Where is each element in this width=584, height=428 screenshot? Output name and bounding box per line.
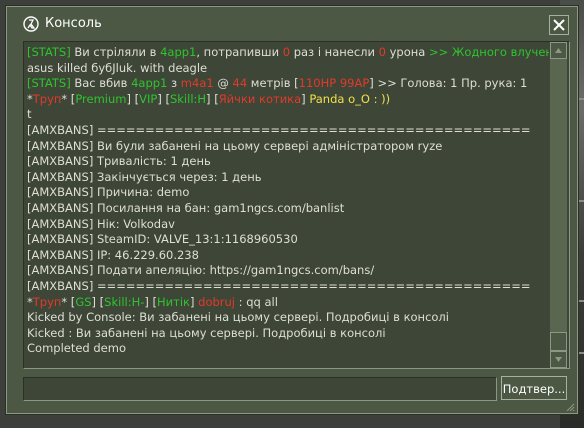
console-segment: GS xyxy=(75,294,92,309)
console-segment: Нитік xyxy=(157,294,190,309)
console-line: [AMXBANS] Причина: demo xyxy=(27,185,549,201)
console-line: [AMXBANS] ==============================… xyxy=(27,279,549,295)
console-segment: 4app1 xyxy=(131,76,168,91)
console-segment: [AMXBANS] SteamID: VALVE_13:1:1168960530 xyxy=(27,232,298,247)
console-segment: asus killed бyбJluk. with deagle xyxy=(27,60,208,75)
console-line: [AMXBANS] IP: 46.229.60.238 xyxy=(27,248,549,264)
console-segment: Kicked by Console: Ви забанені на цьому … xyxy=(27,310,449,325)
console-segment: , потрапивши xyxy=(196,45,283,59)
command-input[interactable] xyxy=(23,377,497,401)
console-segment: [AMXBANS] IP: 46.229.60.238 xyxy=(27,247,199,262)
console-segment: 4app1 xyxy=(160,45,197,59)
console-segment: метрів [ xyxy=(247,76,299,91)
console-segment: Труп xyxy=(32,294,62,309)
console-segment: m4a1 xyxy=(180,76,214,91)
console-segment: Panda o_O : )) xyxy=(309,91,391,106)
console-segment: ] [ xyxy=(126,91,140,106)
console-line: asus killed бyбJluk. with deagle xyxy=(27,61,549,77)
console-line: [AMXBANS] Посилання на бан: gam1ngcs.com… xyxy=(27,201,549,217)
console-segment: [STATS] xyxy=(27,45,71,59)
submit-button[interactable]: Подтвер... xyxy=(501,376,567,400)
console-segment: Вас вбив xyxy=(70,76,132,91)
console-segment: Skill:H xyxy=(169,91,207,106)
console-line: [AMXBANS] Нік: Volkodav xyxy=(27,217,549,233)
console-segment: [AMXBANS] Нік: Volkodav xyxy=(27,216,175,231)
console-segment: Premium xyxy=(75,91,127,106)
console-segment: ] [ xyxy=(91,294,105,309)
scroll-thumb[interactable] xyxy=(550,332,567,351)
console-segment: 0 xyxy=(378,45,386,59)
console-text: [STATS] Ви стріляли в 4app1, потрапивши … xyxy=(27,45,549,357)
console-segment: 44 xyxy=(232,76,248,91)
console-segment: VIP xyxy=(139,91,158,106)
console-segment: * [ xyxy=(61,294,76,309)
console-segment: Труп xyxy=(32,91,62,106)
window-title: Консоль xyxy=(45,16,102,31)
counter-strike-icon xyxy=(23,16,39,32)
console-line: [AMXBANS] SteamID: VALVE_13:1:1168960530 xyxy=(27,232,549,248)
console-segment: [STATS] xyxy=(27,76,71,91)
console-segment: : qq all xyxy=(235,294,278,309)
console-segment: раз і нанесли xyxy=(290,45,379,59)
close-button[interactable] xyxy=(549,15,569,35)
console-line: [AMXBANS] Подати апеляцію: https://gam1n… xyxy=(27,263,549,279)
console-line: [STATS] Вас вбив 4app1 з m4a1 @ 44 метрі… xyxy=(27,76,549,92)
console-segment: >> Жодного влучення xyxy=(429,45,549,59)
console-segment: t xyxy=(27,107,32,122)
console-segment: Яйчки котика xyxy=(218,91,302,106)
console-segment: урона xyxy=(385,45,429,59)
console-segment: * [ xyxy=(61,91,76,106)
console-segment: ] [ xyxy=(206,91,219,106)
console-line: [STATS] Ви стріляли в 4app1, потрапивши … xyxy=(27,45,549,61)
console-segment: з xyxy=(167,76,181,91)
arrow-up-icon xyxy=(555,48,562,53)
console-segment: [AMXBANS] Посилання на бан: gam1ngcs.com… xyxy=(27,200,345,215)
console-segment: Completed demo xyxy=(27,341,126,356)
console-segment: @ xyxy=(213,76,233,91)
console-segment: Skill:H- xyxy=(104,294,145,309)
console-segment: [AMXBANS] Закінчується через: 1 день xyxy=(27,169,262,184)
scroll-down-button[interactable] xyxy=(550,351,567,368)
console-segment: Ви стріляли в xyxy=(70,45,161,59)
console-segment: ] [ xyxy=(144,294,158,309)
arrow-down-icon xyxy=(555,357,562,362)
console-line: t xyxy=(27,107,549,123)
console-segment: ] [ xyxy=(157,91,170,106)
scrollbar[interactable] xyxy=(550,42,567,368)
console-output[interactable]: [STATS] Ви стріляли в 4app1, потрапивши … xyxy=(23,41,570,369)
console-line: [AMXBANS] ==============================… xyxy=(27,123,549,139)
console-segment: 0 xyxy=(282,45,291,59)
title-bar[interactable]: Консоль xyxy=(7,7,577,37)
scroll-up-button[interactable] xyxy=(550,42,567,59)
console-segment: [AMXBANS] Ви були забанені на цьому серв… xyxy=(27,138,443,153)
console-line: [AMXBANS] Ви були забанені на цьому серв… xyxy=(27,139,549,155)
console-line: Kicked : Ви забанені на цьому сервері. П… xyxy=(27,326,549,342)
resize-grip-icon[interactable] xyxy=(563,403,575,411)
console-segment: [AMXBANS] ==============================… xyxy=(27,122,531,137)
console-segment: Kicked : Ви забанені на цьому сервері. П… xyxy=(27,325,386,340)
console-line: Kicked by Console: Ви забанені на цьому … xyxy=(27,310,549,326)
console-line: *Труп* [Premium] [VIP] [Skill:H] [Яйчки … xyxy=(27,92,549,108)
console-segment: dobruj xyxy=(198,294,236,309)
console-line: *Труп* [GS] [Skill:H-] [Нитік] dobruj : … xyxy=(27,295,549,311)
console-line: [AMXBANS] Закінчується через: 1 день xyxy=(27,170,549,186)
console-segment: [AMXBANS] ==============================… xyxy=(27,278,531,293)
console-segment: ] xyxy=(190,294,199,309)
console-line: [AMXBANS] Тривалість: 1 день xyxy=(27,154,549,170)
console-segment: [AMXBANS] Подати апеляцію: https://gam1n… xyxy=(27,263,375,278)
console-segment: ] >> Голова: 1 Пр. рука: 1 xyxy=(369,76,528,91)
console-segment: 110HP 99AP xyxy=(298,76,370,91)
console-line: Completed demo xyxy=(27,341,549,357)
console-window: Консоль [STATS] Ви стріляли в 4app1, пот… xyxy=(6,6,578,414)
console-segment: [AMXBANS] Причина: demo xyxy=(27,185,190,200)
close-icon xyxy=(553,19,565,31)
console-segment: [AMXBANS] Тривалість: 1 день xyxy=(27,154,211,169)
